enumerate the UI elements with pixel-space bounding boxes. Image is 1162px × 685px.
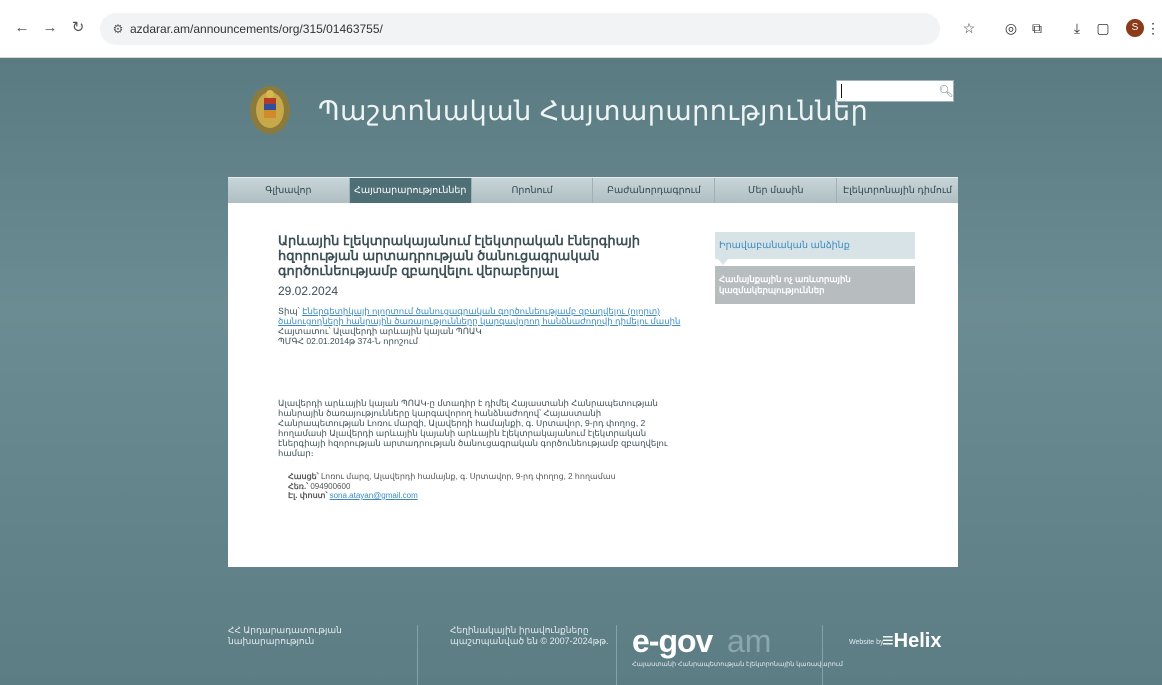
type-link[interactable]: Էներգետիկայի ոլորտում ծանուցագրական գործ… xyxy=(278,306,680,326)
helix-logo[interactable]: ≡Helix xyxy=(882,630,941,653)
sidebar-pointer xyxy=(718,259,728,265)
site-title: Պաշտոնական Հայտարարություններ xyxy=(318,96,869,126)
download-icon[interactable]: ⤓ xyxy=(1068,19,1086,37)
announcer: Հայտատու՝ Ալավերդի արևային կայան ՊՈԱԿ xyxy=(278,326,482,336)
helix-prefix: Website by xyxy=(849,639,884,646)
phone: 094900600 xyxy=(310,481,351,491)
reload-icon[interactable]: ↻ xyxy=(70,20,86,36)
back-arrow-icon[interactable]: ← xyxy=(14,20,30,36)
footer-divider xyxy=(822,625,823,685)
nav-item-search[interactable]: Որոնում xyxy=(472,178,594,203)
nav-item-subscription[interactable]: Բաժանորդագրում xyxy=(593,178,716,203)
announcement-title: Արևային էլեկտրակայանում էլեկտրական էներգ… xyxy=(278,233,641,278)
star-icon[interactable]: ☆ xyxy=(960,19,978,37)
nav-item-e-application[interactable]: Էլեկտրոնային դիմում xyxy=(837,178,958,203)
emblem-icon xyxy=(250,86,290,134)
url-text[interactable]: azdarar.am/announcements/org/315/0146375… xyxy=(130,22,383,36)
puzzle-icon[interactable]: ⧉ xyxy=(1028,19,1046,37)
sidepanel-icon[interactable]: ▢ xyxy=(1094,19,1112,37)
menu-icon[interactable]: ⋮ xyxy=(1146,19,1160,37)
footer-divider xyxy=(417,625,418,685)
contact-info: Հասցե՝ Լոռու մարզ, Ալավերդի համայնք, գ. … xyxy=(288,472,688,501)
announcement-date: 29.02.2024 xyxy=(278,284,339,298)
text-cursor xyxy=(841,84,842,98)
address: Լոռու մարզ, Ալավերդի համայնք, գ. Սրտավոր… xyxy=(320,472,616,481)
phone-label: Հեռ.՝ xyxy=(288,481,309,491)
extension-icon[interactable]: ◎ xyxy=(1002,19,1020,37)
search-icon[interactable]: 🔍︎ xyxy=(938,80,954,102)
email-link[interactable]: sona.atayan@gmail.com xyxy=(330,491,418,500)
announcement-meta: Տիպ՝ Էներգետիկայի ոլորտում ծանուցագրական… xyxy=(278,306,688,346)
sidebar-community-nonprofits[interactable]: Համայնքային ոչ առևտրային կազմակերպությու… xyxy=(715,266,915,304)
nav-item-announcements[interactable]: Հայտարարություններ xyxy=(349,178,472,203)
browser-toolbar: ← → ↻ ⚙ azdarar.am/announcements/org/315… xyxy=(0,0,1162,58)
profile-avatar[interactable]: S xyxy=(1126,19,1144,37)
sidebar-legal-entities[interactable]: Իրավաբանական անձինք xyxy=(715,232,915,259)
footer: ՀՀ Արդարադատության նախարարություն Հեղինա… xyxy=(222,623,962,685)
registration: ՊՄԳՀ 02.01.2014թ 374-Ն որոշում xyxy=(278,336,418,346)
announcement-article: Արևային էլեկտրակայանում էլեկտրական էներգ… xyxy=(278,233,688,501)
address-label: Հասցե՝ xyxy=(288,472,319,481)
nav-item-home[interactable]: Գլխավոր xyxy=(228,178,350,203)
search-input[interactable] xyxy=(836,80,954,102)
type-label: Տիպ՝ xyxy=(278,306,300,316)
footer-ministry[interactable]: ՀՀ Արդարադատության նախարարություն xyxy=(228,625,378,685)
footer-divider xyxy=(616,625,617,685)
address-bar[interactable]: ⚙ azdarar.am/announcements/org/315/01463… xyxy=(100,13,940,45)
forward-arrow-icon[interactable]: → xyxy=(42,20,58,36)
footer-copyright: Հեղինակային իրավունքները պաշտպանված են ©… xyxy=(450,625,609,646)
content-panel: Արևային էլեկտրակայանում էլեկտրական էներգ… xyxy=(228,203,958,567)
egov-logo[interactable]: e-gov xyxy=(632,623,713,660)
nav-item-about[interactable]: Մեր մասին xyxy=(715,178,838,203)
announcement-body: Ալավերդի արևային կայան ՊՈԱԿ-ը մտադիր է դ… xyxy=(278,398,668,458)
site-info-icon[interactable]: ⚙ xyxy=(110,21,126,37)
email-label: Էլ. փոստ՝ xyxy=(288,491,328,500)
main-nav: Գլխավոր Հայտարարություններ Որոնում Բաժան… xyxy=(228,177,958,203)
egov-subtitle: Հայաստանի Հանրապետության էլեկտրոնային կա… xyxy=(632,661,843,668)
egov-logo-suffix[interactable]: am xyxy=(727,623,771,660)
